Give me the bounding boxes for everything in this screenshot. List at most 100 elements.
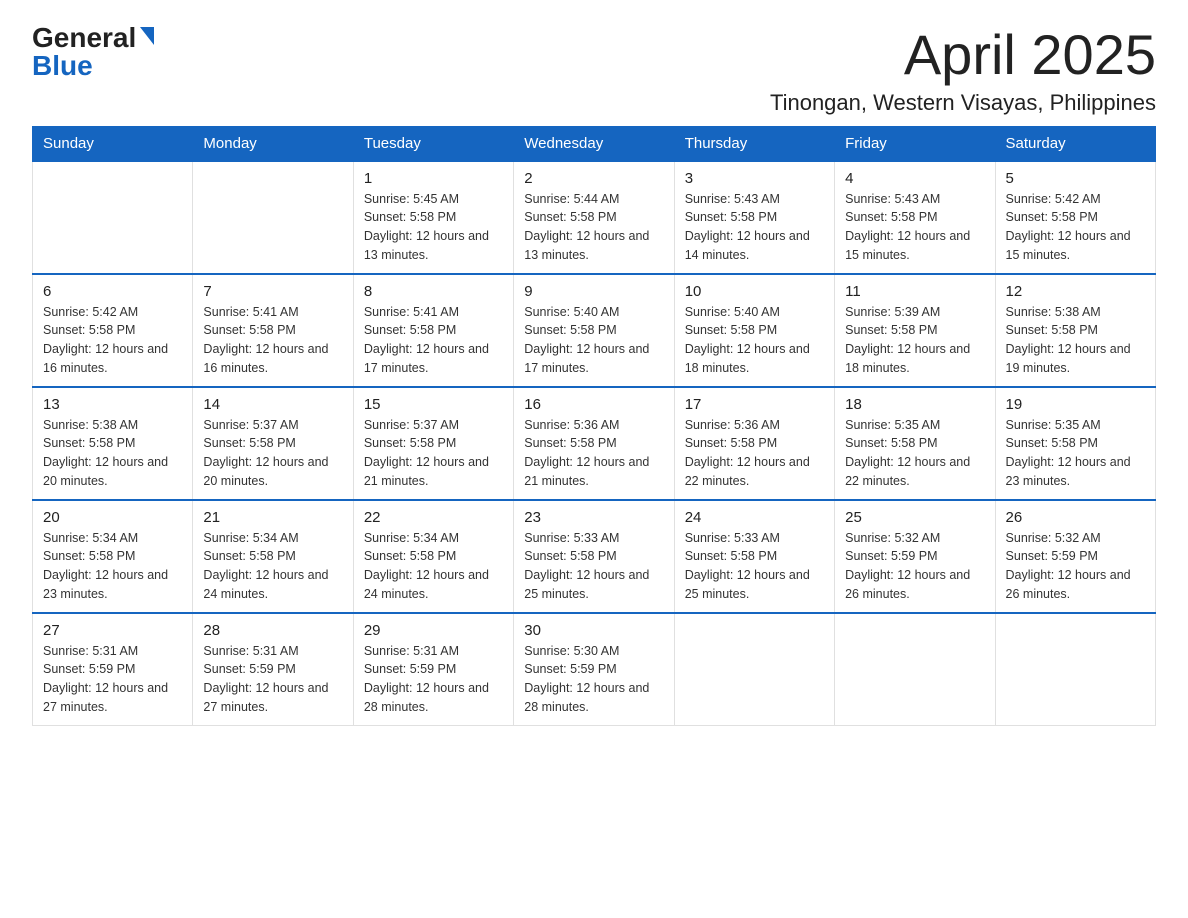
day-number: 14 (203, 396, 342, 413)
title-block: April 2025 Tinongan, Western Visayas, Ph… (770, 24, 1156, 116)
calendar-week-row: 13Sunrise: 5:38 AMSunset: 5:58 PMDayligh… (33, 387, 1156, 500)
day-number: 24 (685, 509, 824, 526)
day-number: 11 (845, 283, 984, 300)
calendar-day-cell (674, 613, 834, 726)
day-info: Sunrise: 5:42 AMSunset: 5:58 PMDaylight:… (43, 303, 182, 378)
calendar-header-sunday: Sunday (33, 126, 193, 161)
calendar-header-saturday: Saturday (995, 126, 1155, 161)
day-info: Sunrise: 5:39 AMSunset: 5:58 PMDaylight:… (845, 303, 984, 378)
calendar-week-row: 27 Sunrise: 5:31 AMSunset: 5:59 PMDayligh… (33, 613, 1156, 726)
day-number: 16 (524, 396, 663, 413)
day-info: Sunrise: 5:32 AMSunset: 5:59 PMDaylight:… (1006, 529, 1145, 604)
day-number: 7 (203, 283, 342, 300)
calendar-day-cell: 2Sunrise: 5:44 AMSunset: 5:58 PMDaylight… (514, 161, 674, 274)
calendar-day-cell: 9Sunrise: 5:40 AMSunset: 5:58 PMDaylight… (514, 274, 674, 387)
logo-triangle-icon (140, 27, 154, 45)
calendar-header-thursday: Thursday (674, 126, 834, 161)
day-info: Sunrise: 5:38 AMSunset: 5:58 PMDaylight:… (43, 416, 182, 491)
calendar-day-cell: 3 Sunrise: 5:43 AMSunset: 5:58 PMDaylight… (674, 161, 834, 274)
day-number: 28 (203, 622, 342, 639)
calendar-day-cell: 25 Sunrise: 5:32 AMSunset: 5:59 PMDayligh… (835, 500, 995, 613)
calendar-day-cell: 27 Sunrise: 5:31 AMSunset: 5:59 PMDayligh… (33, 613, 193, 726)
day-number: 25 (845, 509, 984, 526)
calendar-day-cell: 7Sunrise: 5:41 AMSunset: 5:58 PMDaylight… (193, 274, 353, 387)
calendar-day-cell: 15Sunrise: 5:37 AMSunset: 5:58 PMDayligh… (353, 387, 513, 500)
calendar-day-cell: 14 Sunrise: 5:37 AMSunset: 5:58 PMDayligh… (193, 387, 353, 500)
day-info: Sunrise: 5:43 AMSunset: 5:58 PMDaylight:… (685, 190, 824, 265)
day-number: 6 (43, 283, 182, 300)
day-number: 4 (845, 170, 984, 187)
calendar-day-cell: 1 Sunrise: 5:45 AMSunset: 5:58 PMDaylight… (353, 161, 513, 274)
day-number: 2 (524, 170, 663, 187)
day-info: Sunrise: 5:33 AMSunset: 5:58 PMDaylight:… (524, 529, 663, 604)
calendar-day-cell: 16 Sunrise: 5:36 AMSunset: 5:58 PMDayligh… (514, 387, 674, 500)
calendar-day-cell: 12 Sunrise: 5:38 AMSunset: 5:58 PMDayligh… (995, 274, 1155, 387)
month-title: April 2025 (770, 24, 1156, 86)
day-info: Sunrise: 5:31 AMSunset: 5:59 PMDaylight:… (203, 642, 342, 717)
calendar-day-cell: 28 Sunrise: 5:31 AMSunset: 5:59 PMDayligh… (193, 613, 353, 726)
day-info: Sunrise: 5:34 AMSunset: 5:58 PMDaylight:… (43, 529, 182, 604)
day-info: Sunrise: 5:32 AMSunset: 5:59 PMDaylight:… (845, 529, 984, 604)
location-title: Tinongan, Western Visayas, Philippines (770, 90, 1156, 116)
day-number: 17 (685, 396, 824, 413)
logo-blue: Blue (32, 52, 93, 80)
day-info: Sunrise: 5:43 AMSunset: 5:58 PMDaylight:… (845, 190, 984, 265)
day-number: 15 (364, 396, 503, 413)
day-info: Sunrise: 5:38 AMSunset: 5:58 PMDaylight:… (1006, 303, 1145, 378)
calendar-day-cell: 11 Sunrise: 5:39 AMSunset: 5:58 PMDayligh… (835, 274, 995, 387)
day-number: 1 (364, 170, 503, 187)
calendar-day-cell: 19 Sunrise: 5:35 AMSunset: 5:58 PMDayligh… (995, 387, 1155, 500)
calendar-header-tuesday: Tuesday (353, 126, 513, 161)
day-info: Sunrise: 5:45 AMSunset: 5:58 PMDaylight:… (364, 190, 503, 265)
day-info: Sunrise: 5:31 AMSunset: 5:59 PMDaylight:… (43, 642, 182, 717)
day-number: 18 (845, 396, 984, 413)
calendar-day-cell: 30 Sunrise: 5:30 AMSunset: 5:59 PMDayligh… (514, 613, 674, 726)
day-info: Sunrise: 5:31 AMSunset: 5:59 PMDaylight:… (364, 642, 503, 717)
day-info: Sunrise: 5:37 AMSunset: 5:58 PMDaylight:… (203, 416, 342, 491)
day-info: Sunrise: 5:34 AMSunset: 5:58 PMDaylight:… (203, 529, 342, 604)
day-info: Sunrise: 5:33 AMSunset: 5:58 PMDaylight:… (685, 529, 824, 604)
day-number: 8 (364, 283, 503, 300)
day-info: Sunrise: 5:30 AMSunset: 5:59 PMDaylight:… (524, 642, 663, 717)
calendar-header-friday: Friday (835, 126, 995, 161)
calendar-day-cell: 6 Sunrise: 5:42 AMSunset: 5:58 PMDaylight… (33, 274, 193, 387)
day-info: Sunrise: 5:36 AMSunset: 5:58 PMDaylight:… (685, 416, 824, 491)
day-number: 27 (43, 622, 182, 639)
day-number: 26 (1006, 509, 1145, 526)
calendar-day-cell: 13Sunrise: 5:38 AMSunset: 5:58 PMDayligh… (33, 387, 193, 500)
calendar-day-cell: 29 Sunrise: 5:31 AMSunset: 5:59 PMDayligh… (353, 613, 513, 726)
day-number: 19 (1006, 396, 1145, 413)
day-number: 10 (685, 283, 824, 300)
calendar-day-cell: 26 Sunrise: 5:32 AMSunset: 5:59 PMDayligh… (995, 500, 1155, 613)
calendar-table: SundayMondayTuesdayWednesdayThursdayFrid… (32, 126, 1156, 726)
calendar-week-row: 20 Sunrise: 5:34 AMSunset: 5:58 PMDayligh… (33, 500, 1156, 613)
calendar-day-cell: 5 Sunrise: 5:42 AMSunset: 5:58 PMDaylight… (995, 161, 1155, 274)
day-info: Sunrise: 5:40 AMSunset: 5:58 PMDaylight:… (685, 303, 824, 378)
calendar-day-cell (193, 161, 353, 274)
day-info: Sunrise: 5:41 AMSunset: 5:58 PMDaylight:… (364, 303, 503, 378)
page-header: General Blue April 2025 Tinongan, Wester… (32, 24, 1156, 116)
calendar-day-cell: 24 Sunrise: 5:33 AMSunset: 5:58 PMDayligh… (674, 500, 834, 613)
day-number: 29 (364, 622, 503, 639)
day-number: 21 (203, 509, 342, 526)
day-number: 3 (685, 170, 824, 187)
day-info: Sunrise: 5:34 AMSunset: 5:58 PMDaylight:… (364, 529, 503, 604)
calendar-day-cell: 23 Sunrise: 5:33 AMSunset: 5:58 PMDayligh… (514, 500, 674, 613)
logo: General Blue (32, 24, 154, 80)
calendar-day-cell: 8 Sunrise: 5:41 AMSunset: 5:58 PMDaylight… (353, 274, 513, 387)
day-number: 23 (524, 509, 663, 526)
day-number: 20 (43, 509, 182, 526)
day-info: Sunrise: 5:42 AMSunset: 5:58 PMDaylight:… (1006, 190, 1145, 265)
day-info: Sunrise: 5:40 AMSunset: 5:58 PMDaylight:… (524, 303, 663, 378)
calendar-day-cell: 22Sunrise: 5:34 AMSunset: 5:58 PMDayligh… (353, 500, 513, 613)
day-info: Sunrise: 5:35 AMSunset: 5:58 PMDaylight:… (1006, 416, 1145, 491)
calendar-day-cell: 10 Sunrise: 5:40 AMSunset: 5:58 PMDayligh… (674, 274, 834, 387)
calendar-header-wednesday: Wednesday (514, 126, 674, 161)
day-number: 12 (1006, 283, 1145, 300)
day-number: 5 (1006, 170, 1145, 187)
calendar-day-cell: 4 Sunrise: 5:43 AMSunset: 5:58 PMDaylight… (835, 161, 995, 274)
day-info: Sunrise: 5:35 AMSunset: 5:58 PMDaylight:… (845, 416, 984, 491)
day-number: 30 (524, 622, 663, 639)
day-info: Sunrise: 5:36 AMSunset: 5:58 PMDaylight:… (524, 416, 663, 491)
calendar-day-cell: 18 Sunrise: 5:35 AMSunset: 5:58 PMDayligh… (835, 387, 995, 500)
